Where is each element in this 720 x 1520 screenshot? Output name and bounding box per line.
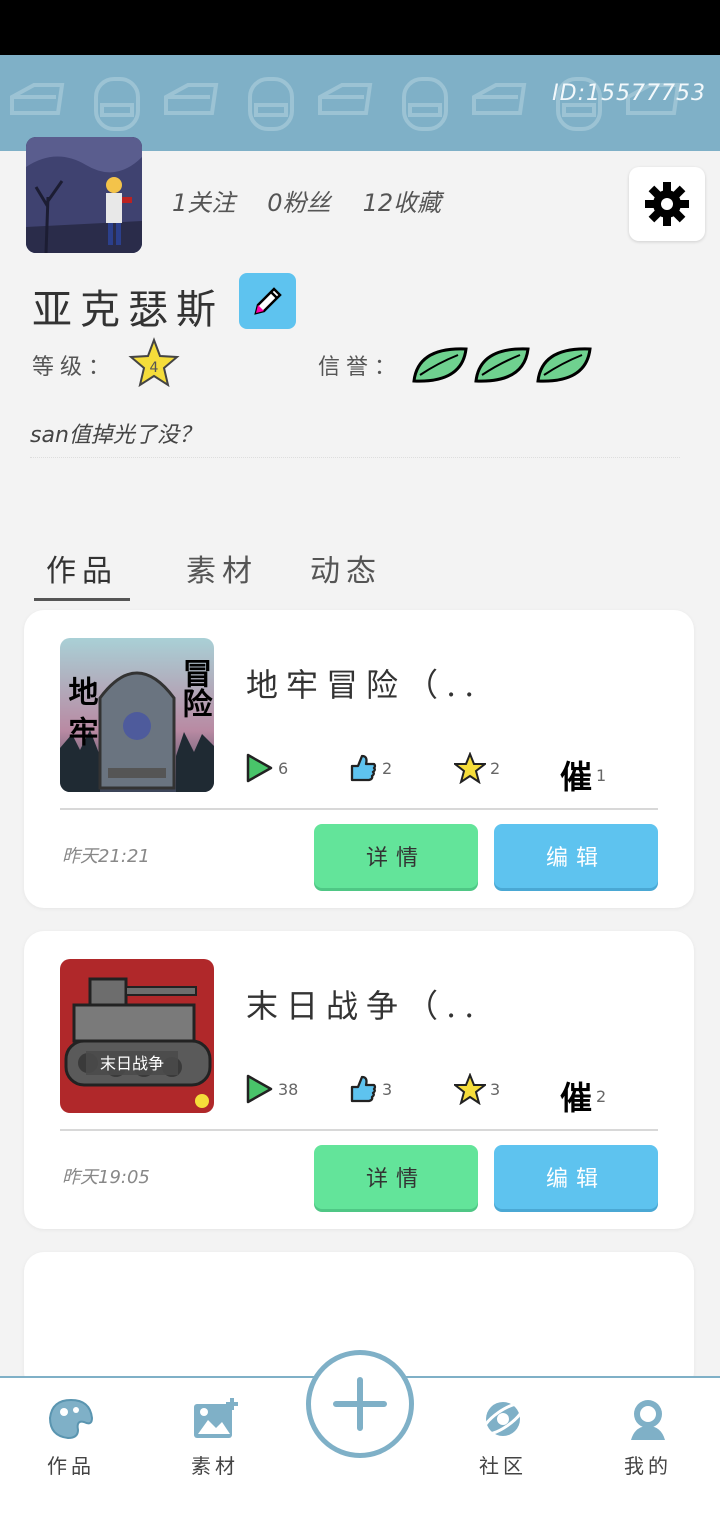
play-count: 38 bbox=[278, 1079, 299, 1099]
star-stat: 3 bbox=[454, 1073, 500, 1105]
username: 亚克瑟斯 bbox=[32, 287, 224, 333]
detail-button[interactable]: 详情 bbox=[314, 824, 478, 888]
star-count: 3 bbox=[490, 1079, 501, 1099]
work-timestamp: 昨天21:21 bbox=[62, 846, 150, 867]
nav-mine[interactable]: 我的 bbox=[603, 1396, 693, 1479]
leaf-icon bbox=[412, 347, 468, 383]
urge-stat: 催 1 bbox=[560, 752, 606, 798]
star-icon bbox=[454, 1073, 486, 1105]
nav-community[interactable]: 社区 bbox=[458, 1396, 548, 1479]
favorites-count[interactable]: 12收藏 bbox=[363, 183, 442, 218]
nav-assets-label: 素材 bbox=[191, 1454, 239, 1478]
nav-community-label: 社区 bbox=[479, 1454, 527, 1478]
play-icon bbox=[246, 753, 273, 783]
work-title: 末日战争（.. bbox=[246, 987, 483, 1025]
work-stats: 38 3 3 催 2 bbox=[244, 1073, 664, 1117]
planet-icon bbox=[481, 1402, 525, 1436]
create-button[interactable] bbox=[306, 1350, 414, 1458]
play-stat: 6 bbox=[244, 752, 288, 784]
level-label: 等级： bbox=[32, 355, 117, 380]
thumb-text: 末日战争 bbox=[100, 1054, 164, 1073]
edit-button[interactable]: 编辑 bbox=[494, 824, 658, 888]
status-bar bbox=[0, 0, 720, 55]
work-timestamp: 昨天19:05 bbox=[62, 1167, 150, 1188]
user-id: ID:15577753 bbox=[552, 81, 706, 106]
urge-count: 1 bbox=[596, 765, 607, 785]
edit-name-button[interactable] bbox=[239, 273, 296, 329]
work-title: 地牢冒险（.. bbox=[246, 666, 483, 704]
urge-icon: 催 bbox=[560, 1079, 593, 1117]
leaf-icon bbox=[536, 347, 592, 383]
work-stats: 6 2 2 催 1 bbox=[244, 752, 664, 796]
plus-icon bbox=[333, 1377, 387, 1431]
user-icon bbox=[631, 1400, 665, 1440]
work-thumbnail[interactable]: 地牢 冒险 bbox=[60, 638, 214, 792]
urge-stat: 催 2 bbox=[560, 1073, 606, 1119]
tab-activity[interactable]: 动态 bbox=[284, 546, 408, 601]
tab-assets[interactable]: 素材 bbox=[160, 546, 284, 601]
thumb-text-right: 冒险 bbox=[177, 658, 212, 718]
star-count: 2 bbox=[490, 758, 501, 778]
leaf-icon bbox=[474, 347, 530, 383]
like-count: 2 bbox=[382, 758, 393, 778]
nav-works-label: 作品 bbox=[47, 1454, 95, 1478]
card-divider bbox=[60, 1129, 658, 1131]
palette-icon bbox=[48, 1398, 94, 1440]
tab-works[interactable]: 作品 bbox=[34, 546, 130, 601]
profile-section: 1关注 0粉丝 12收藏 亚克瑟斯 等级： 4 信誉： san值掉光了没？ bbox=[0, 137, 720, 511]
credit-label: 信誉： bbox=[318, 355, 403, 380]
star-stat: 2 bbox=[454, 752, 500, 784]
urge-count: 2 bbox=[596, 1086, 607, 1106]
credit-leaves bbox=[410, 343, 594, 387]
like-stat: 3 bbox=[348, 1073, 392, 1105]
thumbs-up-icon bbox=[350, 1075, 377, 1103]
work-thumbnail[interactable]: 末日战争 bbox=[60, 959, 214, 1113]
detail-button[interactable]: 详情 bbox=[314, 1145, 478, 1209]
work-card[interactable]: 地牢 冒险 地牢冒险（.. 6 2 2 催 1 昨天21:21 详情 编辑 bbox=[24, 610, 694, 908]
level-value: 4 bbox=[150, 360, 159, 376]
nav-mine-label: 我的 bbox=[624, 1454, 672, 1478]
profile-tabs: 作品 素材 动态 bbox=[34, 546, 408, 601]
nav-works[interactable]: 作品 bbox=[26, 1396, 116, 1479]
fans-count[interactable]: 0粉丝 bbox=[267, 183, 330, 218]
following-count[interactable]: 1关注 bbox=[172, 183, 235, 218]
edit-button[interactable]: 编辑 bbox=[494, 1145, 658, 1209]
user-bio: san值掉光了没？ bbox=[30, 417, 680, 458]
pencil-icon bbox=[253, 287, 282, 315]
star-icon bbox=[454, 752, 486, 784]
like-count: 3 bbox=[382, 1079, 393, 1099]
play-count: 6 bbox=[278, 758, 289, 778]
gear-icon bbox=[645, 182, 689, 226]
play-stat: 38 bbox=[244, 1073, 298, 1105]
profile-counts: 1关注 0粉丝 12收藏 bbox=[172, 183, 441, 218]
settings-button[interactable] bbox=[629, 167, 705, 241]
level-badge: 4 bbox=[128, 337, 180, 389]
avatar[interactable] bbox=[26, 137, 142, 253]
play-icon bbox=[246, 1074, 273, 1104]
image-add-icon bbox=[194, 1398, 238, 1438]
work-card[interactable]: 末日战争 末日战争（.. 38 3 3 催 2 昨天19:05 详情 编辑 bbox=[24, 931, 694, 1229]
thumbs-up-icon bbox=[350, 754, 377, 782]
like-stat: 2 bbox=[348, 752, 392, 784]
star-icon: 4 bbox=[128, 337, 180, 388]
nav-assets[interactable]: 素材 bbox=[170, 1396, 260, 1479]
urge-icon: 催 bbox=[560, 758, 593, 796]
card-divider bbox=[60, 808, 658, 810]
